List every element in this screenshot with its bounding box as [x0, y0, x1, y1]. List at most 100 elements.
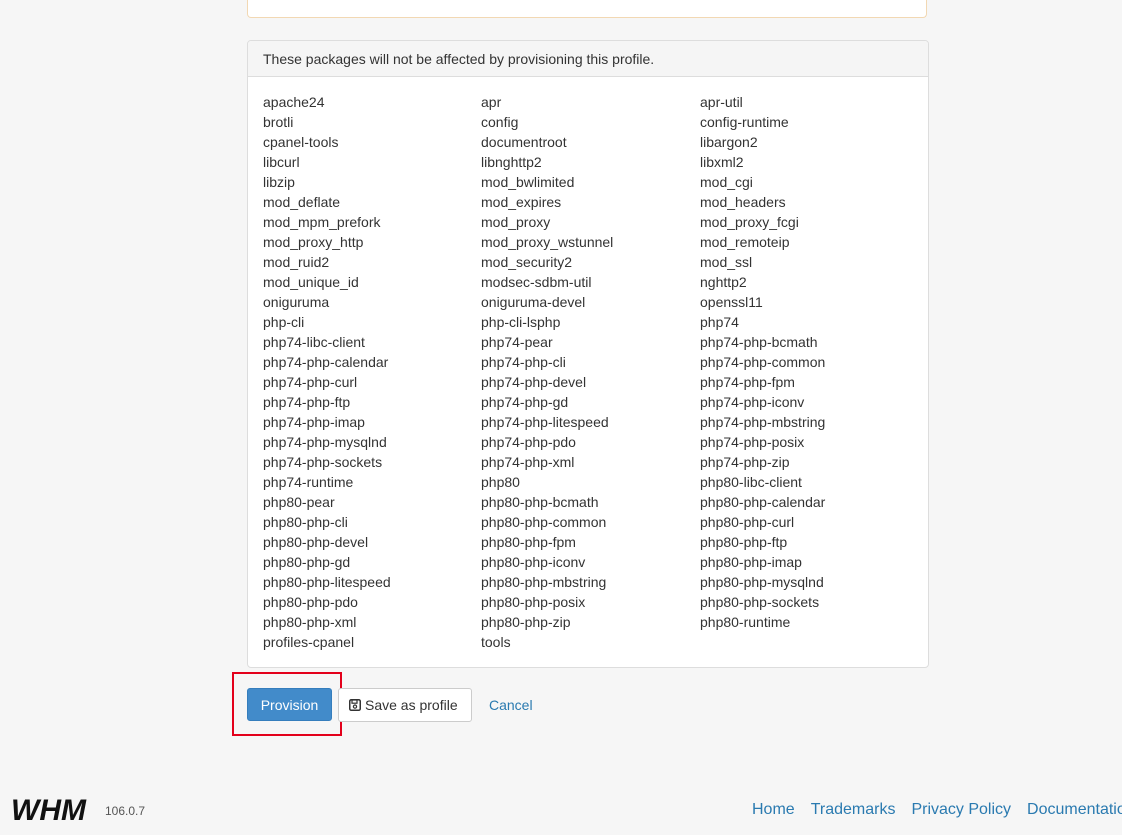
- package-item: mod_cgi: [700, 174, 753, 190]
- package-item: libnghttp2: [481, 154, 542, 170]
- package-item: php80-php-imap: [700, 554, 802, 570]
- whm-version: 106.0.7: [105, 804, 146, 818]
- package-item: php80-php-calendar: [700, 494, 826, 510]
- package-item: tools: [481, 634, 511, 650]
- package-item: config-runtime: [700, 114, 789, 130]
- package-item: php80-pear: [263, 494, 335, 510]
- package-item: php74: [700, 314, 739, 330]
- package-item: php74-php-cli: [481, 354, 566, 370]
- package-item: php74-libc-client: [263, 334, 365, 350]
- package-item: mod_unique_id: [263, 274, 359, 290]
- package-item: mod_ssl: [700, 254, 753, 270]
- footer-link-home[interactable]: Home: [752, 801, 795, 819]
- package-item: apr-util: [700, 94, 743, 110]
- footer: WHM 106.0.7 Home Trademarks Privacy Poli…: [0, 790, 1122, 835]
- footer-link-documentation[interactable]: Documentation: [1027, 801, 1122, 819]
- package-item: php74-php-posix: [700, 434, 805, 450]
- unaffected-packages-panel: These packages will not be affected by p…: [247, 40, 929, 668]
- package-item: apr: [481, 94, 502, 110]
- package-item: mod_proxy: [481, 214, 551, 230]
- package-item: php80-libc-client: [700, 474, 802, 490]
- package-item: php80-php-gd: [263, 554, 351, 570]
- package-item: php80-php-fpm: [481, 534, 576, 550]
- package-item: apache24: [263, 94, 325, 110]
- package-item: php80-php-xml: [263, 614, 357, 630]
- package-item: mod_expires: [481, 194, 562, 210]
- package-item: libargon2: [700, 134, 758, 150]
- package-item: php74-php-bcmath: [700, 334, 818, 350]
- package-item: php74-php-zip: [700, 454, 790, 470]
- package-item: php74-pear: [481, 334, 553, 350]
- save-icon: [349, 699, 361, 711]
- package-item: libcurl: [263, 154, 300, 170]
- save-as-profile-label: Save as profile: [365, 697, 458, 713]
- package-item: mod_bwlimited: [481, 174, 575, 190]
- package-item: php80-php-mbstring: [481, 574, 607, 590]
- package-item: php80-php-cli: [263, 514, 348, 530]
- package-item: php80-php-mysqlnd: [700, 574, 824, 590]
- package-item: brotli: [263, 114, 294, 130]
- action-bar: Provision Save as profile Cancel: [232, 672, 572, 736]
- package-item: php74-php-imap: [263, 414, 365, 430]
- package-item: php80-php-posix: [481, 594, 586, 610]
- package-item: nghttp2: [700, 274, 747, 290]
- package-item: php74-php-pdo: [481, 434, 576, 450]
- package-item: php74-php-devel: [481, 374, 587, 390]
- footer-links: Home Trademarks Privacy Policy Documenta…: [752, 801, 1122, 819]
- package-item: openssl11: [700, 294, 763, 310]
- package-item: php80-php-iconv: [481, 554, 586, 570]
- package-item: php80-php-pdo: [263, 594, 358, 610]
- package-item: php74-php-mbstring: [700, 414, 826, 430]
- package-item: libxml2: [700, 154, 744, 170]
- package-item: php74-php-fpm: [700, 374, 795, 390]
- footer-link-trademarks[interactable]: Trademarks: [811, 801, 896, 819]
- package-item: mod_deflate: [263, 194, 341, 210]
- package-item: php74-php-gd: [481, 394, 569, 410]
- package-item: php74-php-common: [700, 354, 826, 370]
- page: These packages will not be affected by p…: [0, 0, 1122, 835]
- package-item: mod_remoteip: [700, 234, 790, 250]
- package-item: oniguruma: [263, 294, 330, 310]
- package-item: php80: [481, 474, 520, 490]
- package-item: php74-php-curl: [263, 374, 358, 390]
- provision-button[interactable]: Provision: [247, 688, 332, 721]
- package-item: php-cli: [263, 314, 305, 330]
- package-item: php80-php-devel: [263, 534, 369, 550]
- package-item: php74-php-calendar: [263, 354, 389, 370]
- package-item: php80-php-curl: [700, 514, 795, 530]
- package-item: mod_proxy_fcgi: [700, 214, 799, 230]
- package-item: php80-php-bcmath: [481, 494, 599, 510]
- package-item: php74-php-iconv: [700, 394, 805, 410]
- package-item: mod_ruid2: [263, 254, 330, 270]
- package-item: php74-php-sockets: [263, 454, 383, 470]
- package-item: mod_mpm_prefork: [263, 214, 381, 230]
- package-item: mod_proxy_wstunnel: [481, 234, 614, 250]
- footer-link-privacy-policy[interactable]: Privacy Policy: [911, 801, 1011, 819]
- package-item: php80-php-ftp: [700, 534, 788, 550]
- whm-logo: WHM: [11, 795, 87, 823]
- package-item: mod_security2: [481, 254, 573, 270]
- package-item: php74-php-mysqlnd: [263, 434, 387, 450]
- package-item: mod_headers: [700, 194, 786, 210]
- package-item: cpanel-tools: [263, 134, 339, 150]
- package-item: profiles-cpanel: [263, 634, 355, 650]
- package-item: php80-runtime: [700, 614, 791, 630]
- package-item: config: [481, 114, 519, 130]
- package-item: mod_proxy_http: [263, 234, 364, 250]
- panel-heading: These packages will not be affected by p…: [248, 41, 928, 77]
- cancel-link[interactable]: Cancel: [489, 688, 533, 722]
- package-item: php74-php-xml: [481, 454, 575, 470]
- package-item: libzip: [263, 174, 295, 190]
- package-item: php80-php-zip: [481, 614, 571, 630]
- package-item: php74-php-litespeed: [481, 414, 609, 430]
- package-item: php74-runtime: [263, 474, 354, 490]
- package-item: php-cli-lsphp: [481, 314, 561, 330]
- package-list: apache24 apr apr-util brotli config config-ru…: [263, 92, 923, 652]
- previous-panel: [247, 0, 927, 18]
- package-item: oniguruma-devel: [481, 294, 586, 310]
- save-as-profile-button[interactable]: Save as profile: [338, 688, 472, 722]
- package-item: php74-php-ftp: [263, 394, 351, 410]
- package-item: php80-php-common: [481, 514, 607, 530]
- package-item: php80-php-litespeed: [263, 574, 391, 590]
- package-item: modsec-sdbm-util: [481, 274, 592, 290]
